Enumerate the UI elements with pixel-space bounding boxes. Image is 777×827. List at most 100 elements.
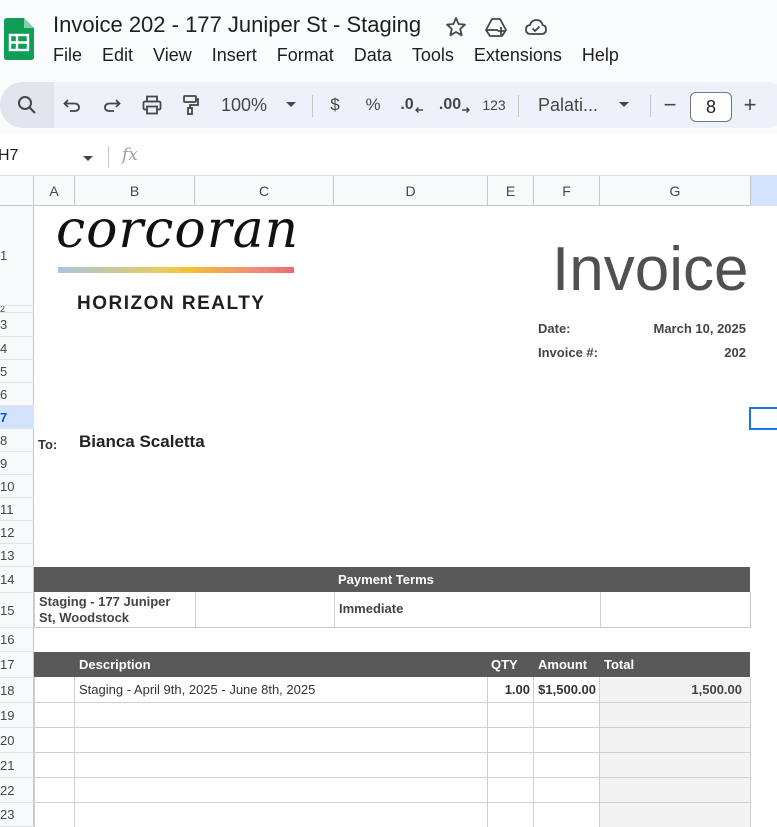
menu-view[interactable]: View [143,45,202,66]
number-format-label: 123 [482,97,506,113]
column-header-a[interactable]: A [34,176,75,206]
number-format-button[interactable]: 123 [478,82,510,128]
column-header-c[interactable]: C [195,176,334,206]
row-header-13[interactable]: 13 [0,544,34,567]
redo-icon [102,95,122,115]
search-menus-button[interactable] [0,82,54,128]
redo-button[interactable] [98,82,126,128]
paint-format-icon [180,94,200,116]
date-label: Date: [538,321,571,336]
row-header-10[interactable]: 10 [0,475,34,498]
print-button[interactable] [138,82,166,128]
company-logo-subtitle: HORIZON REALTY [77,293,266,314]
row-header-21[interactable]: 21 [0,753,34,778]
toolbar-divider [518,95,519,117]
row-header-11[interactable]: 11 [0,498,34,521]
row-header-1[interactable]: 1 [0,206,34,306]
to-label: To: [38,437,58,452]
invoice-title: Invoice [552,235,749,304]
menu-file[interactable]: File [53,45,92,66]
column-header-f[interactable]: F [534,176,600,206]
menu-insert[interactable]: Insert [202,45,267,66]
undo-icon [62,95,82,115]
menu-format[interactable]: Format [267,45,344,66]
row-header-6[interactable]: 6 [0,383,34,406]
invoice-number-label: Invoice #: [538,345,598,360]
font-family-select[interactable]: Palati... [530,82,640,128]
total-header: Total [604,657,635,672]
invoice-number-value: 202 [724,345,746,360]
menu-edit[interactable]: Edit [92,45,143,66]
active-cell-h7[interactable] [749,407,777,430]
project-description-cell: Staging - 177 Juniper St, Woodstock [39,594,170,626]
column-header-d[interactable]: D [334,176,488,206]
formula-bar: H7 fx [0,138,777,176]
row-header-9[interactable]: 9 [0,452,34,475]
menu-tools[interactable]: Tools [402,45,464,66]
paint-format-button[interactable] [176,82,204,128]
row-headers: 1 2 3 4 5 6 7 8 9 10 11 12 13 14 15 16 1… [0,206,34,827]
row-header-15[interactable]: 15 [0,593,34,628]
row-header-19[interactable]: 19 [0,703,34,728]
toolbar-divider [650,95,651,117]
date-value: March 10, 2025 [653,321,746,336]
amount-header: Amount [538,657,588,672]
currency-format-button[interactable]: $ [322,82,348,128]
font-size-input[interactable]: 8 [690,92,732,122]
menu-help[interactable]: Help [572,45,629,66]
row-header-16[interactable]: 16 [0,628,34,652]
percent-format-button[interactable]: % [360,82,386,128]
row-header-17[interactable]: 17 [0,652,34,678]
row-header-5[interactable]: 5 [0,360,34,383]
zoom-dropdown-icon [285,101,297,109]
payment-terms-row: Staging - 177 Juniper St, Woodstock Imme… [34,592,751,628]
row-header-4[interactable]: 4 [0,337,34,360]
toolbar-divider [312,95,313,117]
sheets-logo-icon[interactable] [4,18,34,60]
fx-icon: fx [122,145,138,165]
project-line-2: St, Woodstock [39,610,130,625]
name-box[interactable]: H7 [0,147,18,165]
row-header-8[interactable]: 8 [0,429,34,452]
decrease-font-size-button[interactable]: − [658,82,682,128]
cloud-saved-icon[interactable] [524,15,548,39]
zoom-value: 100% [220,94,268,115]
menu-data[interactable]: Data [344,45,402,66]
document-title[interactable]: Invoice 202 - 177 Juniper St - Staging [53,12,421,38]
row-header-18[interactable]: 18 [0,678,34,703]
decrease-decimal-label: .0 [400,96,414,113]
row-header-22[interactable]: 22 [0,778,34,803]
title-bar: Invoice 202 - 177 Juniper St - Staging F… [0,0,777,78]
qty-header: QTY [491,657,518,672]
arrow-right-icon [461,106,471,114]
increase-font-size-button[interactable]: + [738,82,762,128]
font-family-value: Palati... [538,94,599,115]
line-item-amount: $1,500.00 [538,682,596,697]
row-header-3[interactable]: 3 [0,313,34,337]
zoom-select[interactable]: 100% [214,82,304,128]
row-header-23[interactable]: 23 [0,803,34,827]
undo-button[interactable] [58,82,86,128]
menu-extensions[interactable]: Extensions [464,45,572,66]
increase-decimal-label: .00 [438,96,462,113]
decrease-decimal-button[interactable]: .0 [396,82,428,128]
column-header-b[interactable]: B [75,176,195,206]
column-header-g[interactable]: G [600,176,751,206]
name-box-dropdown-icon[interactable] [82,150,94,168]
column-header-h[interactable] [751,176,777,206]
payment-terms-value: Immediate [339,601,404,616]
column-header-e[interactable]: E [488,176,534,206]
font-dropdown-icon [618,101,630,109]
row-header-7[interactable]: 7 [0,406,34,429]
row-header-14[interactable]: 14 [0,567,34,593]
star-icon[interactable] [444,15,468,39]
move-to-drive-icon[interactable] [484,15,508,39]
select-all-corner[interactable] [0,176,34,206]
recipient-name: Bianca Scaletta [79,432,205,451]
row-header-12[interactable]: 12 [0,521,34,544]
row-header-2[interactable]: 2 [0,306,34,313]
row-header-20[interactable]: 20 [0,728,34,753]
sheet-grid[interactable]: corcoran HORIZON REALTY Invoice Date: Ma… [34,206,777,827]
percent-label: % [365,95,381,114]
increase-decimal-button[interactable]: .00 [436,82,474,128]
